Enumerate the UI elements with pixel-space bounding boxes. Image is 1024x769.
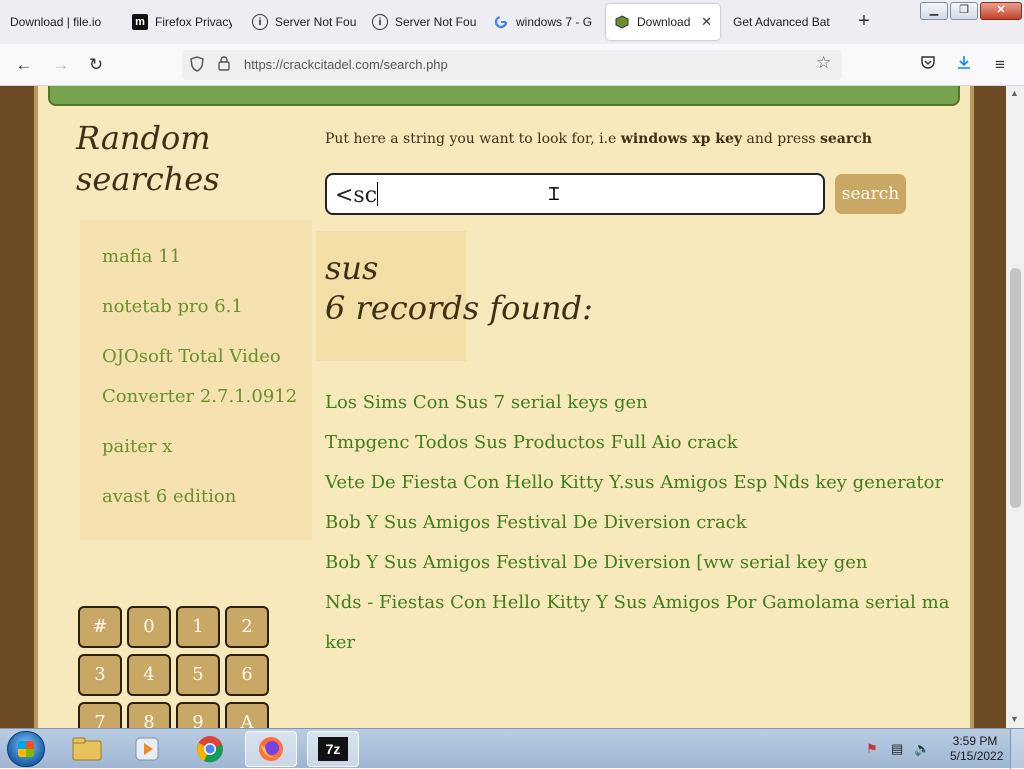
header-bar	[48, 86, 960, 106]
result-link[interactable]: Bob Y Sus Amigos Festival De Diversion c…	[325, 512, 747, 533]
random-search-link[interactable]: avast 6 edition	[102, 486, 236, 507]
volume-icon[interactable]: 🔈	[914, 741, 930, 757]
alpha-button-8[interactable]: 8	[127, 702, 171, 728]
result-link[interactable]: Tmpgenc Todos Sus Productos Full Aio cra…	[325, 432, 738, 453]
new-tab-button[interactable]: +	[852, 10, 876, 34]
downloads-icon[interactable]	[953, 54, 975, 76]
show-desktop-button[interactable]	[1010, 729, 1024, 769]
tab-title: Download | file.io	[10, 15, 102, 29]
close-tab-icon[interactable]: ✕	[701, 14, 712, 30]
random-search-link[interactable]: Converter 2.7.1.0912	[102, 386, 297, 407]
tab-advanced-bat[interactable]: Get Advanced Bat	[733, 4, 833, 40]
records-found-heading: 6 records found:	[325, 289, 593, 327]
bookmark-star-icon[interactable]: ☆	[816, 53, 831, 73]
result-link-continued[interactable]: ker	[325, 632, 355, 653]
tab-firefox-privacy[interactable]: m Firefox Privacy	[132, 4, 232, 40]
alpha-button-a[interactable]: A	[225, 702, 269, 728]
info-icon: i	[252, 14, 268, 30]
7zip-icon[interactable]: 7z	[307, 731, 359, 767]
result-link[interactable]: Vete De Fiesta Con Hello Kitty Y.sus Ami…	[325, 472, 943, 493]
reload-icon[interactable]: ↻	[85, 54, 107, 76]
tab-title: Server Not Fou	[275, 15, 356, 29]
network-icon[interactable]: ▤	[891, 741, 903, 757]
tab-server-not-found-1[interactable]: i Server Not Fou	[252, 4, 356, 40]
start-button[interactable]	[7, 731, 45, 767]
taskbar: 7z ⚑ ▤ 🔈 3:59 PM 5/15/2022	[0, 728, 1024, 769]
random-search-link[interactable]: paiter x	[102, 436, 172, 457]
menu-icon[interactable]: ≡	[989, 54, 1011, 76]
minimize-button[interactable]: ▁	[920, 2, 948, 20]
alpha-button-hash[interactable]: #	[78, 606, 122, 648]
result-link[interactable]: Nds - Fiestas Con Hello Kitty Y Sus Amig…	[325, 592, 949, 613]
search-button[interactable]: search	[835, 174, 906, 214]
tab-strip: Download | file.io m Firefox Privacy i S…	[0, 0, 1024, 44]
lock-icon[interactable]	[218, 56, 230, 74]
firefox-icon[interactable]	[245, 731, 297, 767]
info-icon: i	[372, 14, 388, 30]
scrollbar-thumb[interactable]	[1010, 268, 1021, 508]
window-controls: ▁ ❐ ✕	[918, 2, 1022, 20]
search-input-value: <sc	[335, 183, 378, 208]
random-search-link[interactable]: mafia 11	[102, 246, 181, 267]
search-input[interactable]: <sc	[325, 173, 825, 215]
text-caret	[377, 182, 379, 206]
page-scrollbar[interactable]: ▲ ▼	[1006, 86, 1024, 728]
random-searches-title: Random searches	[76, 119, 220, 198]
tab-title: windows 7 - G	[516, 15, 593, 29]
navigation-bar: ← → ↻ https://crackcitadel.com/search.ph…	[0, 44, 1024, 86]
tab-server-not-found-2[interactable]: i Server Not Fou	[372, 4, 476, 40]
alpha-button-0[interactable]: 0	[127, 606, 171, 648]
page-icon	[614, 14, 630, 30]
shield-icon[interactable]	[190, 56, 204, 75]
close-window-button[interactable]: ✕	[980, 2, 1022, 20]
alpha-button-2[interactable]: 2	[225, 606, 269, 648]
pocket-icon[interactable]	[917, 54, 939, 76]
maximize-button[interactable]: ❐	[950, 2, 978, 20]
m-logo-icon: m	[132, 14, 148, 30]
text-cursor-icon: Ɪ	[549, 184, 560, 204]
result-link[interactable]: Los Sims Con Sus 7 serial keys gen	[325, 392, 648, 413]
url-bar[interactable]: https://crackcitadel.com/search.php ☆	[182, 50, 842, 80]
tab-title: Download s	[637, 15, 691, 29]
alpha-button-5[interactable]: 5	[176, 654, 220, 696]
chrome-icon[interactable]	[184, 731, 236, 767]
tab-title: Get Advanced Bat	[733, 15, 830, 29]
url-text: https://crackcitadel.com/search.php	[244, 57, 448, 72]
web-page: Random searches mafia 11 notetab pro 6.1…	[0, 86, 1006, 728]
alpha-button-6[interactable]: 6	[225, 654, 269, 696]
clock-date: 5/15/2022	[950, 749, 1004, 763]
media-player-icon[interactable]	[121, 731, 173, 767]
search-query-heading: sus	[325, 249, 379, 287]
tab-google-search[interactable]: windows 7 - G	[493, 4, 593, 40]
scroll-down-icon[interactable]: ▼	[1010, 714, 1019, 724]
alpha-button-3[interactable]: 3	[78, 654, 122, 696]
result-link[interactable]: Bob Y Sus Amigos Festival De Diversion […	[325, 552, 868, 573]
back-arrow-icon[interactable]: ←	[13, 54, 35, 76]
alpha-button-7[interactable]: 7	[78, 702, 122, 728]
tab-title: Server Not Fou	[395, 15, 476, 29]
clock[interactable]: 3:59 PM 5/15/2022	[950, 734, 1004, 764]
random-search-link[interactable]: notetab pro 6.1	[102, 296, 243, 317]
7zip-logo: 7z	[318, 737, 348, 761]
alpha-button-9[interactable]: 9	[176, 702, 220, 728]
random-search-link[interactable]: OJOsoft Total Video	[102, 346, 281, 367]
windows-logo-icon	[18, 741, 34, 757]
search-hint: Put here a string you want to look for, …	[325, 131, 872, 147]
scroll-up-icon[interactable]: ▲	[1010, 88, 1019, 98]
clock-time: 3:59 PM	[952, 734, 998, 748]
alpha-button-4[interactable]: 4	[127, 654, 171, 696]
tab-download-active[interactable]: Download s ✕	[606, 4, 720, 40]
file-explorer-icon[interactable]	[61, 731, 113, 767]
tab-file-io[interactable]: Download | file.io	[10, 4, 120, 40]
alpha-button-1[interactable]: 1	[176, 606, 220, 648]
action-center-icon[interactable]: ⚑	[866, 741, 878, 757]
forward-arrow-icon[interactable]: →	[50, 54, 72, 76]
google-icon	[493, 14, 509, 30]
tab-title: Firefox Privacy	[155, 15, 232, 29]
